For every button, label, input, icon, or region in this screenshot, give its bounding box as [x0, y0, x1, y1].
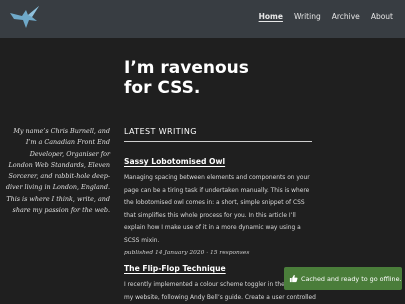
offline-toast[interactable]: Cached and ready to go offline.	[284, 267, 402, 290]
post-meta: published 14 January 2020 · 15 responses	[124, 250, 250, 256]
post-title-link[interactable]: Sassy Lobotomised Owl	[124, 157, 316, 166]
thumbs-up-icon	[289, 274, 298, 283]
nav-item-about[interactable]: About	[371, 12, 393, 21]
hero-title-line-1: I’m ravenous	[124, 58, 249, 78]
latest-writing-heading: LATEST WRITING	[124, 127, 312, 142]
raven-logo-icon[interactable]	[8, 4, 42, 30]
nav-item-home[interactable]: Home	[259, 12, 283, 21]
hero-title: I’m ravenous for CSS.	[124, 58, 324, 98]
post-item: Sassy Lobotomised Owl Managing spacing b…	[124, 157, 316, 256]
post-excerpt: Managing spacing between elements and co…	[124, 175, 310, 244]
nav-item-writing[interactable]: Writing	[294, 12, 321, 21]
site-header: Home Writing Archive About	[0, 0, 405, 38]
author-bio: My name’s Chris Burnell, and I’m a Canad…	[5, 127, 110, 215]
main-nav: Home Writing Archive About	[248, 12, 393, 21]
hero-title-line-2: for CSS.	[124, 78, 201, 98]
nav-item-archive[interactable]: Archive	[332, 12, 360, 21]
toast-message: Cached and ready to go offline.	[301, 274, 402, 283]
